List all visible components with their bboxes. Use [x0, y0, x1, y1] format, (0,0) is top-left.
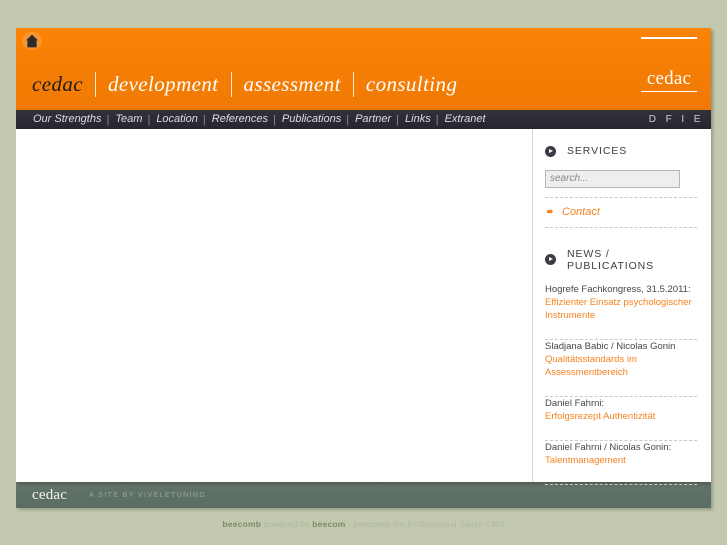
news-author: Hogrefe Fachkongress, 31.5.2011: [545, 283, 691, 295]
nav-item-links[interactable]: Links [399, 110, 436, 129]
contact-link[interactable]: Contact [562, 206, 600, 218]
list-item: Daniel Fahrni: Erfolgsrezept Authentizit… [545, 397, 697, 431]
services-heading: SERVICES [545, 145, 697, 157]
news-author: Daniel Fahrni / Nicolas Gonin: [545, 441, 672, 453]
nav-item-our-strengths[interactable]: Our Strengths [33, 110, 106, 129]
language-option-d[interactable]: D [649, 114, 657, 125]
cedac-logo[interactable]: cedac [641, 37, 697, 92]
news-author: Sladjana Babic / Nicolas Gonin [545, 340, 676, 352]
site-header: cedac development assessment consulting … [16, 28, 711, 110]
sidebar: SERVICES Contact NEWS / PUBLICATIONS Hog… [533, 129, 711, 485]
footer-brand: cedac [32, 486, 68, 503]
cms-credit: beecomb powered by beecom - beecomb the … [0, 519, 727, 529]
cms-credit-company: beecom [312, 519, 346, 529]
cms-credit-tail: - beecomb the Professional Swiss CMS [348, 519, 505, 529]
contact-row[interactable]: Contact [545, 206, 697, 218]
language-option-i[interactable]: I [681, 114, 684, 125]
list-item: Sladjana Babic / Nicolas Gonin Qualitäts… [545, 340, 697, 387]
news-title-link[interactable]: Effizienter Einsatz psychologischer Inst… [545, 296, 697, 322]
news-section: NEWS / PUBLICATIONS Hogrefe Fachkongress… [545, 248, 697, 485]
main-navigation: Our Strengths | Team | Location | Refere… [16, 110, 711, 129]
nav-item-partner[interactable]: Partner [349, 110, 396, 129]
news-heading: NEWS / PUBLICATIONS [545, 248, 697, 272]
site-page: cedac development assessment consulting … [16, 28, 711, 508]
divider [545, 196, 697, 198]
divider [545, 226, 697, 228]
arrow-circle-icon [545, 145, 556, 157]
brand-word-assessment: assessment [230, 72, 353, 97]
news-title-link[interactable]: Qualitätsstandards im Assessmentbereich [545, 353, 697, 379]
search-input[interactable] [545, 169, 680, 188]
nav-items: Our Strengths | Team | Location | Refere… [33, 110, 491, 129]
news-title-link[interactable]: Talentmanagement [545, 454, 697, 467]
brand-tagline: cedac development assessment consulting [32, 72, 469, 97]
cms-credit-brand: beecomb [222, 519, 262, 529]
news-heading-label: NEWS / PUBLICATIONS [567, 247, 655, 272]
brand-word-consulting: consulting [352, 72, 470, 97]
nav-item-team[interactable]: Team [109, 110, 147, 129]
arrow-bullet-icon [547, 209, 553, 214]
nav-item-publications[interactable]: Publications [276, 110, 346, 129]
list-item: Hogrefe Fachkongress, 31.5.2011: Effizie… [545, 283, 697, 330]
language-selector: D F I E [649, 110, 701, 129]
divider [545, 483, 697, 485]
cms-credit-mid: powered by [263, 519, 310, 529]
logo-rule-bottom [641, 91, 697, 92]
brand-name: cedac [32, 72, 83, 96]
language-option-e[interactable]: E [694, 114, 701, 125]
main-content-pane [16, 129, 533, 482]
footer-credit: A SITE BY VIVELETUNING [89, 491, 207, 499]
nav-item-extranet[interactable]: Extranet [439, 110, 491, 129]
services-heading-label: SERVICES [567, 145, 628, 157]
logo-rule-top [641, 37, 697, 39]
list-item: Daniel Fahrni / Nicolas Gonin: Talentman… [545, 441, 697, 475]
content-area: SERVICES Contact NEWS / PUBLICATIONS Hog… [16, 129, 711, 485]
language-option-f[interactable]: F [666, 114, 673, 125]
site-footer: cedac A SITE BY VIVELETUNING [16, 482, 711, 508]
logo-wordmark: cedac [646, 68, 692, 89]
arrow-circle-icon [545, 254, 556, 265]
nav-item-location[interactable]: Location [150, 110, 203, 129]
brand-word-development: development [94, 72, 231, 97]
news-title-link[interactable]: Erfolgsrezept Authentizität [545, 410, 697, 423]
nav-item-references[interactable]: References [206, 110, 273, 129]
home-icon[interactable] [21, 31, 43, 51]
news-author: Daniel Fahrni: [545, 397, 605, 409]
